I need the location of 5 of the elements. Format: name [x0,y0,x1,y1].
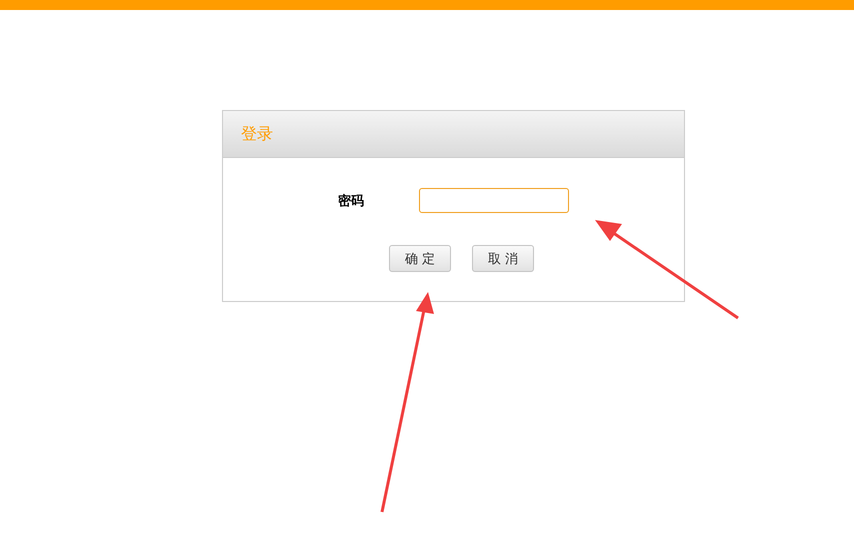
password-label: 密码 [338,192,364,210]
dialog-title: 登录 [241,124,273,144]
cancel-button[interactable]: 取 消 [472,245,534,272]
confirm-button[interactable]: 确 定 [389,245,451,272]
password-field[interactable] [419,188,569,213]
